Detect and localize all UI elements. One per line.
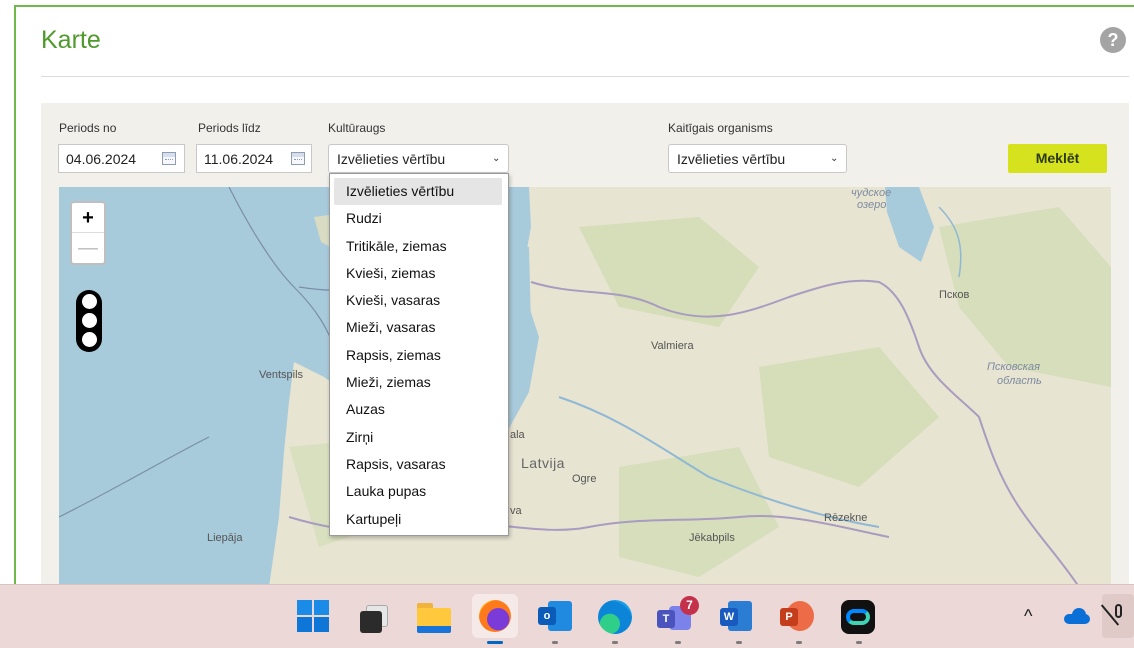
search-button[interactable]: Meklēt: [1008, 144, 1107, 173]
map-background: [59, 187, 1111, 587]
running-indicator: [612, 641, 618, 644]
place-label: Latvija: [521, 455, 565, 471]
muted-microphone-icon[interactable]: [1100, 594, 1134, 638]
dropdown-option[interactable]: Mieži, vasaras: [334, 314, 502, 341]
place-label: область: [997, 375, 1042, 387]
period-from-value: 04.06.2024: [66, 151, 137, 167]
frame-border-left: [14, 5, 16, 648]
tray-overflow-chevron-icon[interactable]: ^: [1024, 606, 1032, 627]
dropdown-option[interactable]: Auzas: [334, 396, 502, 423]
place-label: Rēzekne: [824, 512, 868, 524]
place-label: Ventspils: [259, 369, 304, 381]
running-indicator: [552, 641, 558, 644]
place-label: Valmiera: [651, 340, 694, 352]
running-indicator: [675, 641, 681, 644]
dropdown-option[interactable]: Kvieši, ziemas: [334, 260, 502, 287]
outlook-icon[interactable]: o: [538, 601, 572, 633]
running-indicator: [736, 641, 742, 644]
crop-label: Kultūraugs: [328, 121, 386, 135]
edge-icon[interactable]: [598, 600, 632, 634]
firefox-taskbar-slot[interactable]: [472, 594, 518, 638]
active-app-indicator: [487, 641, 503, 644]
period-to-label: Periods līdz: [198, 121, 261, 135]
legend-dot: [82, 294, 97, 309]
map[interactable]: Ventspils Valmiera Latvija Ogre Rēzekne …: [59, 187, 1111, 587]
legend-dot: [82, 313, 97, 328]
powerpoint-icon[interactable]: P: [780, 601, 814, 633]
place-label: ala: [510, 429, 525, 441]
dropdown-option[interactable]: Kvieši, vasaras: [334, 287, 502, 314]
place-label: чудское: [851, 187, 892, 199]
chevron-down-icon: ⌄: [830, 153, 839, 164]
task-view-icon[interactable]: [358, 601, 390, 633]
period-from-input[interactable]: 04.06.2024: [58, 144, 185, 173]
traffic-light-legend-icon[interactable]: [76, 290, 102, 352]
dropdown-option[interactable]: Zirņi: [334, 424, 502, 451]
dropdown-option[interactable]: Rapsis, vasaras: [334, 451, 502, 478]
chevron-down-icon: ⌄: [492, 153, 501, 164]
webex-icon[interactable]: [841, 600, 875, 634]
page-title: Karte: [41, 26, 101, 54]
crop-dropdown-list: Izvēlieties vērtību Rudzi Tritikāle, zie…: [329, 173, 509, 536]
period-to-input[interactable]: 11.06.2024: [196, 144, 312, 173]
teams-notification-badge: 7: [680, 596, 699, 615]
pest-select[interactable]: Izvēlieties vērtību ⌄: [668, 144, 847, 173]
place-label: Псков: [939, 289, 970, 301]
dropdown-option[interactable]: Rapsis, ziemas: [334, 342, 502, 369]
calendar-icon[interactable]: [291, 152, 305, 165]
dropdown-option[interactable]: Izvēlieties vērtību: [334, 178, 502, 206]
place-label: Jēkabpils: [689, 532, 735, 544]
zoom-control: + —: [70, 201, 106, 265]
dropdown-option[interactable]: Rudzi: [334, 205, 502, 232]
firefox-icon: [479, 600, 511, 632]
place-label: Liepāja: [207, 532, 243, 544]
period-to-value: 11.06.2024: [204, 151, 274, 167]
place-label: va: [510, 505, 522, 517]
period-from-label: Periods no: [59, 121, 117, 135]
dropdown-option[interactable]: Kartupeļi: [334, 506, 502, 533]
zoom-in-button[interactable]: +: [72, 203, 104, 233]
legend-dot: [82, 332, 97, 347]
frame-border-top: [14, 5, 1134, 7]
onedrive-cloud-icon[interactable]: [1064, 608, 1090, 624]
crop-select-value: Izvēlieties vērtību: [337, 151, 446, 167]
title-divider: [41, 76, 1129, 77]
file-explorer-icon[interactable]: [417, 601, 451, 633]
place-label: Ogre: [572, 473, 597, 485]
place-label: Псковская: [987, 361, 1040, 373]
page-root: Karte ? Periods no Periods līdz Kultūrau…: [0, 0, 1134, 648]
pest-label: Kaitīgais organisms: [668, 121, 773, 135]
pest-select-value: Izvēlieties vērtību: [677, 151, 786, 167]
running-indicator: [856, 641, 862, 644]
dropdown-option[interactable]: Lauka pupas: [334, 478, 502, 505]
crop-select[interactable]: Izvēlieties vērtību ⌄: [328, 144, 509, 173]
calendar-icon[interactable]: [162, 152, 176, 165]
place-label: озеро: [857, 199, 887, 211]
running-indicator: [796, 641, 802, 644]
word-icon[interactable]: W: [720, 601, 752, 633]
dropdown-option[interactable]: Tritikāle, ziemas: [334, 233, 502, 260]
dropdown-option[interactable]: Mieži, ziemas: [334, 369, 502, 396]
help-icon[interactable]: ?: [1100, 27, 1126, 53]
zoom-out-button[interactable]: —: [72, 234, 104, 263]
windows-start-icon[interactable]: [297, 600, 329, 632]
